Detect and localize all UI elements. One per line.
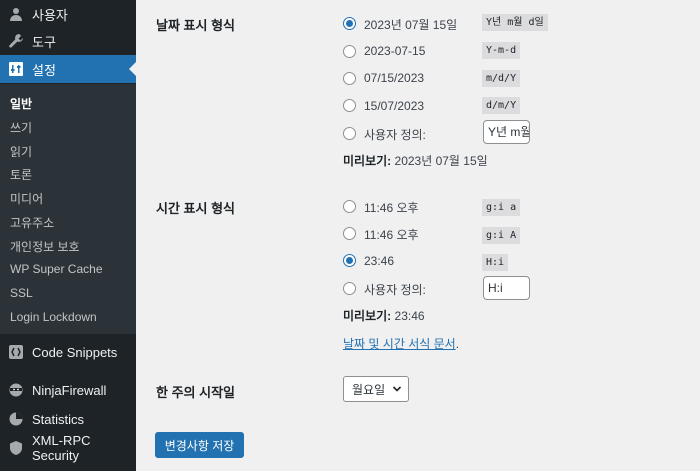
date-option-2-label: 2023-07-15 <box>364 44 426 58</box>
chevron-down-icon <box>392 383 402 398</box>
statistics-icon <box>8 411 24 427</box>
time-option-1-label: 11:46 오후 <box>364 201 419 215</box>
menu-code-snippets-label: Code Snippets <box>32 344 118 360</box>
submenu-wp-super-cache[interactable]: WP Super Cache <box>10 262 103 276</box>
time-custom-label: 사용자 정의: <box>364 283 426 297</box>
submenu-general[interactable]: 일반 <box>10 95 32 112</box>
submenu-discussion[interactable]: 토론 <box>10 166 32 183</box>
doc-link-suffix: . <box>455 337 460 351</box>
ninja-icon <box>8 382 24 398</box>
time-format-label: 시간 표시 형식 <box>156 201 235 216</box>
time-option-1-radio[interactable] <box>343 200 356 213</box>
time-preview-label: 미리보기: <box>343 309 392 323</box>
menu-xml-rpc-security[interactable]: XML-RPC Security <box>0 433 136 463</box>
date-option-4-code: d/m/Y <box>482 97 521 114</box>
date-option-4-label: 15/07/2023 <box>364 99 425 113</box>
date-format-label: 날짜 표시 형식 <box>156 18 235 33</box>
time-option-2-code: g:i A <box>482 227 521 244</box>
menu-ninjafirewall-label: NinjaFirewall <box>32 382 107 398</box>
menu-statistics-label: Statistics <box>32 411 85 427</box>
menu-settings-label: 설정 <box>32 62 56 78</box>
menu-ninjafirewall[interactable]: NinjaFirewall <box>0 376 136 404</box>
save-button[interactable]: 변경사항 저장 <box>155 432 244 458</box>
submenu-login-lockdown[interactable]: Login Lockdown <box>10 310 97 324</box>
week-start-value: 월요일 <box>352 382 386 397</box>
date-option-1-label: 2023년 07월 15일 <box>364 18 458 32</box>
users-icon <box>8 6 24 22</box>
time-option-1-code: g:i a <box>482 199 521 216</box>
shield-icon <box>8 440 24 456</box>
time-custom-input[interactable]: H:i <box>483 276 530 300</box>
time-option-3-code: H:i <box>482 254 509 271</box>
date-preview: 미리보기: 2023년 07월 15일 <box>343 152 488 169</box>
date-option-1-code: Y년 m월 d일 <box>482 14 548 31</box>
date-option-3-label: 07/15/2023 <box>364 71 425 85</box>
time-option-3-label: 23:46 <box>364 254 395 268</box>
date-option-3-radio[interactable] <box>343 72 356 85</box>
submenu-writing[interactable]: 쓰기 <box>10 119 32 136</box>
tools-icon <box>8 33 24 49</box>
datetime-doc-link[interactable]: 날짜 및 시간 서식 문서 <box>343 337 456 351</box>
time-preview-value: 23:46 <box>394 309 425 323</box>
date-option-2-radio[interactable] <box>343 45 356 58</box>
submenu-reading[interactable]: 읽기 <box>10 143 32 160</box>
time-custom-radio[interactable] <box>343 282 356 295</box>
date-option-4-radio[interactable] <box>343 99 356 112</box>
code-snippets-icon <box>8 344 24 360</box>
menu-tools[interactable]: 도구 <box>0 27 136 55</box>
settings-form: 날짜 표시 형식 2023년 07월 15일 Y년 m월 d일 2023-07-… <box>136 0 700 471</box>
date-option-3-code: m/d/Y <box>482 70 521 87</box>
date-option-1-radio[interactable] <box>343 17 356 30</box>
date-preview-label: 미리보기: <box>343 154 392 168</box>
submenu-privacy[interactable]: 개인정보 보호 <box>10 238 80 255</box>
submenu-permalinks[interactable]: 고유주소 <box>10 214 54 231</box>
time-preview: 미리보기: 23:46 <box>343 307 425 324</box>
doc-link-line: 날짜 및 시간 서식 문서. <box>343 335 459 352</box>
date-preview-value: 2023년 07월 15일 <box>394 154 488 168</box>
menu-users-label: 사용자 <box>32 7 68 23</box>
date-option-2-code: Y-m-d <box>482 42 521 59</box>
menu-tools-label: 도구 <box>32 34 56 50</box>
settings-icon <box>8 61 24 77</box>
date-custom-input[interactable]: Y년 m월 d일 <box>483 120 530 144</box>
time-option-3-radio[interactable] <box>343 254 356 267</box>
menu-xml-rpc-security-label: XML-RPC Security <box>32 433 91 463</box>
menu-users[interactable]: 사용자 <box>0 0 136 28</box>
time-option-2-radio[interactable] <box>343 227 356 240</box>
active-caret <box>129 62 136 76</box>
submenu-media[interactable]: 미디어 <box>10 190 43 207</box>
week-start-select[interactable]: 월요일 <box>343 376 409 402</box>
date-custom-radio[interactable] <box>343 127 356 140</box>
menu-code-snippets[interactable]: Code Snippets <box>0 338 136 366</box>
week-start-label: 한 주의 시작일 <box>156 385 235 400</box>
submenu-ssl[interactable]: SSL <box>10 286 33 300</box>
settings-submenu: 일반 쓰기 읽기 토론 미디어 고유주소 개인정보 보호 WP Super Ca… <box>0 84 136 334</box>
admin-sidebar: 사용자 도구 설정 일반 쓰기 읽기 토론 미디어 고유주소 개인정보 보호 W… <box>0 0 136 471</box>
menu-settings[interactable]: 설정 <box>0 55 136 83</box>
date-custom-label: 사용자 정의: <box>364 128 426 142</box>
menu-statistics[interactable]: Statistics <box>0 405 136 433</box>
time-option-2-label: 11:46 오후 <box>364 228 419 242</box>
